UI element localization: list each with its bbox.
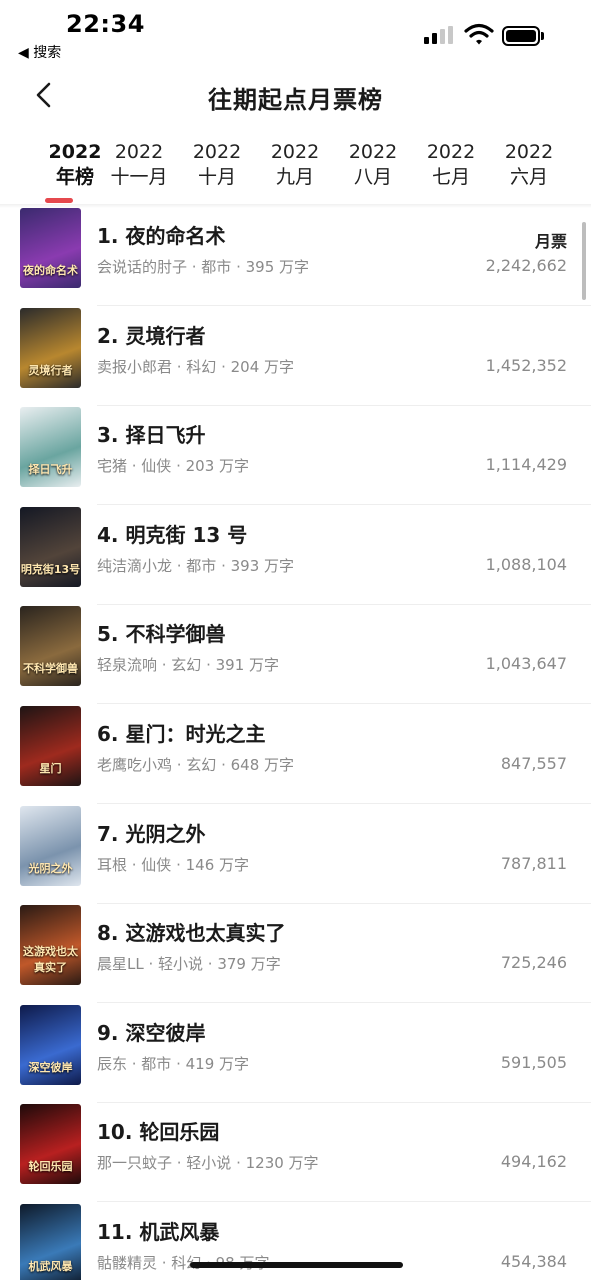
monthly-votes-count: 2,242,662 [485, 256, 567, 275]
book-cover-image: 深空彼岸 [20, 1004, 81, 1085]
battery-icon [502, 26, 544, 46]
book-title[interactable]: 10. 轮回乐园 [97, 1116, 219, 1145]
tab-year: 2022 [192, 141, 242, 163]
tab-label: 九月 [275, 166, 314, 188]
votes-column-header: 月票 [534, 232, 567, 251]
tab-label: 六月 [509, 166, 548, 188]
tab-2022-september[interactable]: 2022 九月 [255, 140, 335, 190]
book-list-item[interactable]: 光阴之外 7. 光阴之外耳根 · 仙侠 · 146 万字 787,811 [0, 804, 591, 904]
book-cover-title: 夜的命名术 [23, 264, 78, 277]
book-cover-image: 夜的命名术 [20, 208, 81, 288]
nav-bar: 往期起点月票榜 [0, 64, 591, 126]
book-cover-title: 不科学御兽 [23, 662, 78, 676]
book-meta: 宅猪 · 仙侠 · 203 万字 [97, 457, 250, 476]
book-title[interactable]: 11. 机武风暴 [97, 1216, 219, 1245]
book-title[interactable]: 4. 明克街 13 号 [97, 519, 247, 548]
tab-year: 2022 [270, 141, 320, 163]
tab-year: 2022 [114, 141, 164, 163]
book-list-item[interactable]: 机武风暴 11. 机武风暴 骷髅精灵 · 科幻 · 98 万字 454,384 [0, 1202, 591, 1280]
book-list-item[interactable]: 择日飞升 3. 择日飞升宅猪 · 仙侠 · 203 万字 1,114,429 [0, 405, 591, 506]
home-indicator [190, 1262, 403, 1268]
book-meta: 老鹰吃小鸡 · 玄幻 · 648 万字 [97, 756, 295, 774]
status-bar: 22:34 ◀ 搜索 [0, 0, 591, 64]
tab-year: 2022 [348, 141, 398, 163]
book-list-item[interactable]: 深空彼岸 9. 深空彼岸辰东 · 都市 · 419 万字 591,505 [0, 1003, 591, 1103]
tab-2022-august[interactable]: 2022 八月 [333, 140, 413, 190]
book-cover-title: 深空彼岸 [28, 1060, 73, 1074]
book-list-item[interactable]: 明克街13号 4. 明克街 13 号纯洁滴小龙 · 都市 · 393 万字 1,08… [0, 505, 591, 605]
book-cover-title: 灵境行者 [28, 363, 73, 377]
status-time: 22:34 [66, 10, 145, 38]
book-meta: 晨星LL · 轻小说 · 379 万字 [97, 955, 281, 974]
monthly-votes-count: 847,557 [500, 754, 567, 773]
tab-year: 2022 [426, 141, 476, 163]
wifi-icon [464, 23, 494, 45]
monthly-votes-count: 1,452,352 [485, 355, 567, 375]
cellular-signal-icon [424, 26, 456, 44]
monthly-votes-count: 1,088,104 [485, 554, 567, 574]
book-title[interactable]: 7. 光阴之外 [97, 818, 205, 847]
monthly-votes-count: 725,246 [500, 953, 567, 973]
monthly-votes-count: 591,505 [500, 1052, 567, 1072]
monthly-votes-count: 1,114,429 [485, 455, 567, 475]
back-to-app-link[interactable]: ◀ 搜索 [18, 42, 61, 62]
tab-2022-july[interactable]: 2022 七月 [411, 140, 491, 190]
tab-2022-october[interactable]: 2022 十月 [177, 140, 257, 190]
book-meta: 轻泉流响 · 玄幻 · 391 万字 [97, 656, 280, 675]
book-title[interactable]: 1. 夜的命名术 [97, 220, 225, 249]
book-cover-image: 不科学御兽 [20, 606, 81, 687]
period-tabs: 2022 年榜 2022 十一月 2022 十月 2022 九月 2022 八月… [0, 136, 591, 204]
book-cover-image: 择日飞升 [20, 407, 81, 488]
book-list-item[interactable]: 夜的命名术 1. 夜的命名术会说话的肘子 · 都市 · 395 万字 2,242,6… [0, 206, 591, 306]
book-title[interactable]: 8. 这游戏也太真实了 [97, 917, 285, 946]
book-meta: 辰东 · 都市 · 419 万字 [97, 1054, 250, 1073]
monthly-votes-count: 787,811 [500, 853, 567, 873]
scrollbar[interactable] [582, 222, 586, 300]
book-list-item[interactable]: 轮回乐园 10. 轮回乐园那一只蚊子 · 轻小说 · 1230 万字 494,162 [0, 1102, 591, 1203]
monthly-votes-count: 1,043,647 [485, 654, 567, 674]
book-title[interactable]: 2. 灵境行者 [97, 320, 205, 349]
book-list-item[interactable]: 灵境行者 2. 灵境行者卖报小郎君 · 科幻 · 204 万字 1,452,352 [0, 306, 591, 406]
tab-2022-june[interactable]: 2022 六月 [489, 140, 569, 190]
book-cover-image: 机武风暴 [20, 1204, 81, 1280]
tab-year: 2022 [504, 141, 554, 163]
book-cover-title: 光阴之外 [28, 861, 73, 875]
book-cover-image: 轮回乐园 [20, 1104, 81, 1185]
book-title[interactable]: 5. 不科学御兽 [97, 618, 225, 647]
book-list-item[interactable]: 星门 6. 星门：时光之主老鹰吃小鸡 · 玄幻 · 648 万字 847,557 [0, 704, 591, 804]
tab-label: 七月 [431, 166, 470, 188]
book-cover-image: 明克街13号 [20, 506, 81, 587]
book-list-item[interactable]: 这游戏也太真实了 8. 这游戏也太真实了晨星LL · 轻小说 · 379 万字 72… [0, 903, 591, 1004]
book-meta: 耳根 · 仙侠 · 146 万字 [97, 855, 250, 874]
book-title[interactable]: 3. 择日飞升 [97, 419, 205, 448]
book-cover-title: 轮回乐园 [28, 1160, 73, 1174]
book-list-item[interactable]: 不科学御兽 5. 不科学御兽轻泉流响 · 玄幻 · 391 万字 1,043,647 [0, 604, 591, 705]
book-cover-image: 这游戏也太真实了 [20, 905, 81, 986]
monthly-votes-count: 454,384 [500, 1252, 567, 1271]
tab-2022-november[interactable]: 2022 十一月 [99, 140, 179, 190]
book-cover-title: 择日飞升 [28, 463, 73, 477]
book-cover-image: 星门 [20, 706, 81, 786]
monthly-votes-count: 494,162 [500, 1152, 567, 1172]
book-meta: 纯洁滴小龙 · 都市 · 393 万字 [97, 556, 295, 575]
active-tab-indicator [45, 198, 73, 203]
book-cover-title: 明克街13号 [20, 562, 81, 576]
book-cover-title: 星门 [39, 762, 62, 775]
book-cover-image: 灵境行者 [20, 307, 81, 388]
book-cover-title: 机武风暴 [28, 1260, 73, 1273]
book-cover-image: 光阴之外 [20, 805, 81, 886]
book-meta: 那一只蚊子 · 轻小说 · 1230 万字 [97, 1154, 319, 1173]
page-title: 往期起点月票榜 [208, 86, 383, 114]
book-title[interactable]: 6. 星门：时光之主 [97, 718, 265, 747]
tab-label: 十一月 [110, 166, 168, 188]
tab-label: 十月 [197, 166, 236, 188]
tab-label: 八月 [353, 166, 392, 188]
book-cover-title: 这游戏也太真实了 [23, 945, 78, 975]
book-meta: 卖报小郎君 · 科幻 · 204 万字 [97, 357, 295, 376]
book-meta: 会说话的肘子 · 都市 · 395 万字 [97, 258, 310, 276]
book-title[interactable]: 9. 深空彼岸 [97, 1017, 205, 1046]
